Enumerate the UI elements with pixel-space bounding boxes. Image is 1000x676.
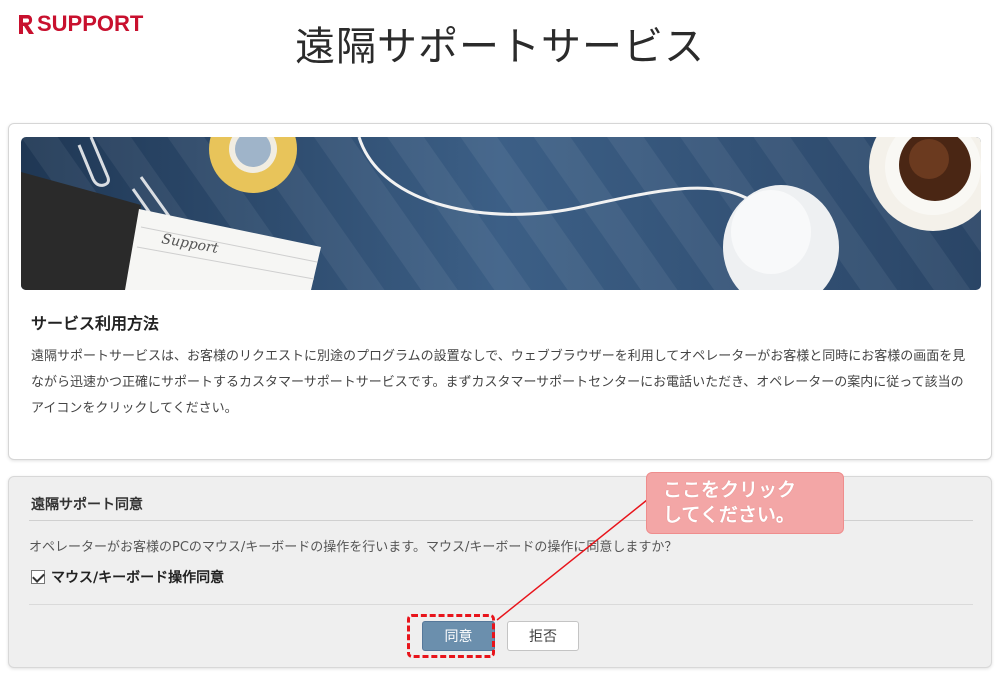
section-title: サービス利用方法 [31, 314, 160, 333]
instruction-callout: ここをクリック してください。 [646, 472, 844, 534]
callout-line-1: ここをクリック [663, 479, 797, 501]
agree-button-highlight [407, 614, 495, 658]
page-title: 遠隔サポートサービス [295, 24, 705, 70]
decline-button[interactable]: 拒否 [507, 621, 579, 651]
consent-checkbox-label[interactable]: マウス/キーボード操作同意 [51, 567, 224, 587]
remote-consent-panel: 遠隔サポート同意 オペレーターがお客様のPCのマウス/キーボードの操作を行います… [8, 476, 992, 668]
consent-question: オペレーターがお客様のPCのマウス/キーボードの操作を行います。マウス/キーボー… [29, 540, 678, 555]
service-info-panel: Support サービス利用方法 遠隔サポートサービスは、お客様のリクエストに別… [8, 123, 992, 460]
divider [29, 604, 973, 605]
consent-checkbox-row[interactable]: マウス/キーボード操作同意 [31, 567, 224, 587]
service-banner-image: Support [21, 137, 981, 290]
callout-line-2: してください。 [663, 504, 795, 526]
consent-checkbox[interactable] [31, 570, 45, 584]
section-description: 遠隔サポートサービスは、お客様のリクエストに別途のプログラムの設置なしで、ウェブ… [31, 349, 966, 416]
page: SUPPORT 遠隔サポートサービス Support サービス利用方法 遠隔サポ… [0, 0, 1000, 676]
consent-title: 遠隔サポート同意 [31, 497, 143, 513]
